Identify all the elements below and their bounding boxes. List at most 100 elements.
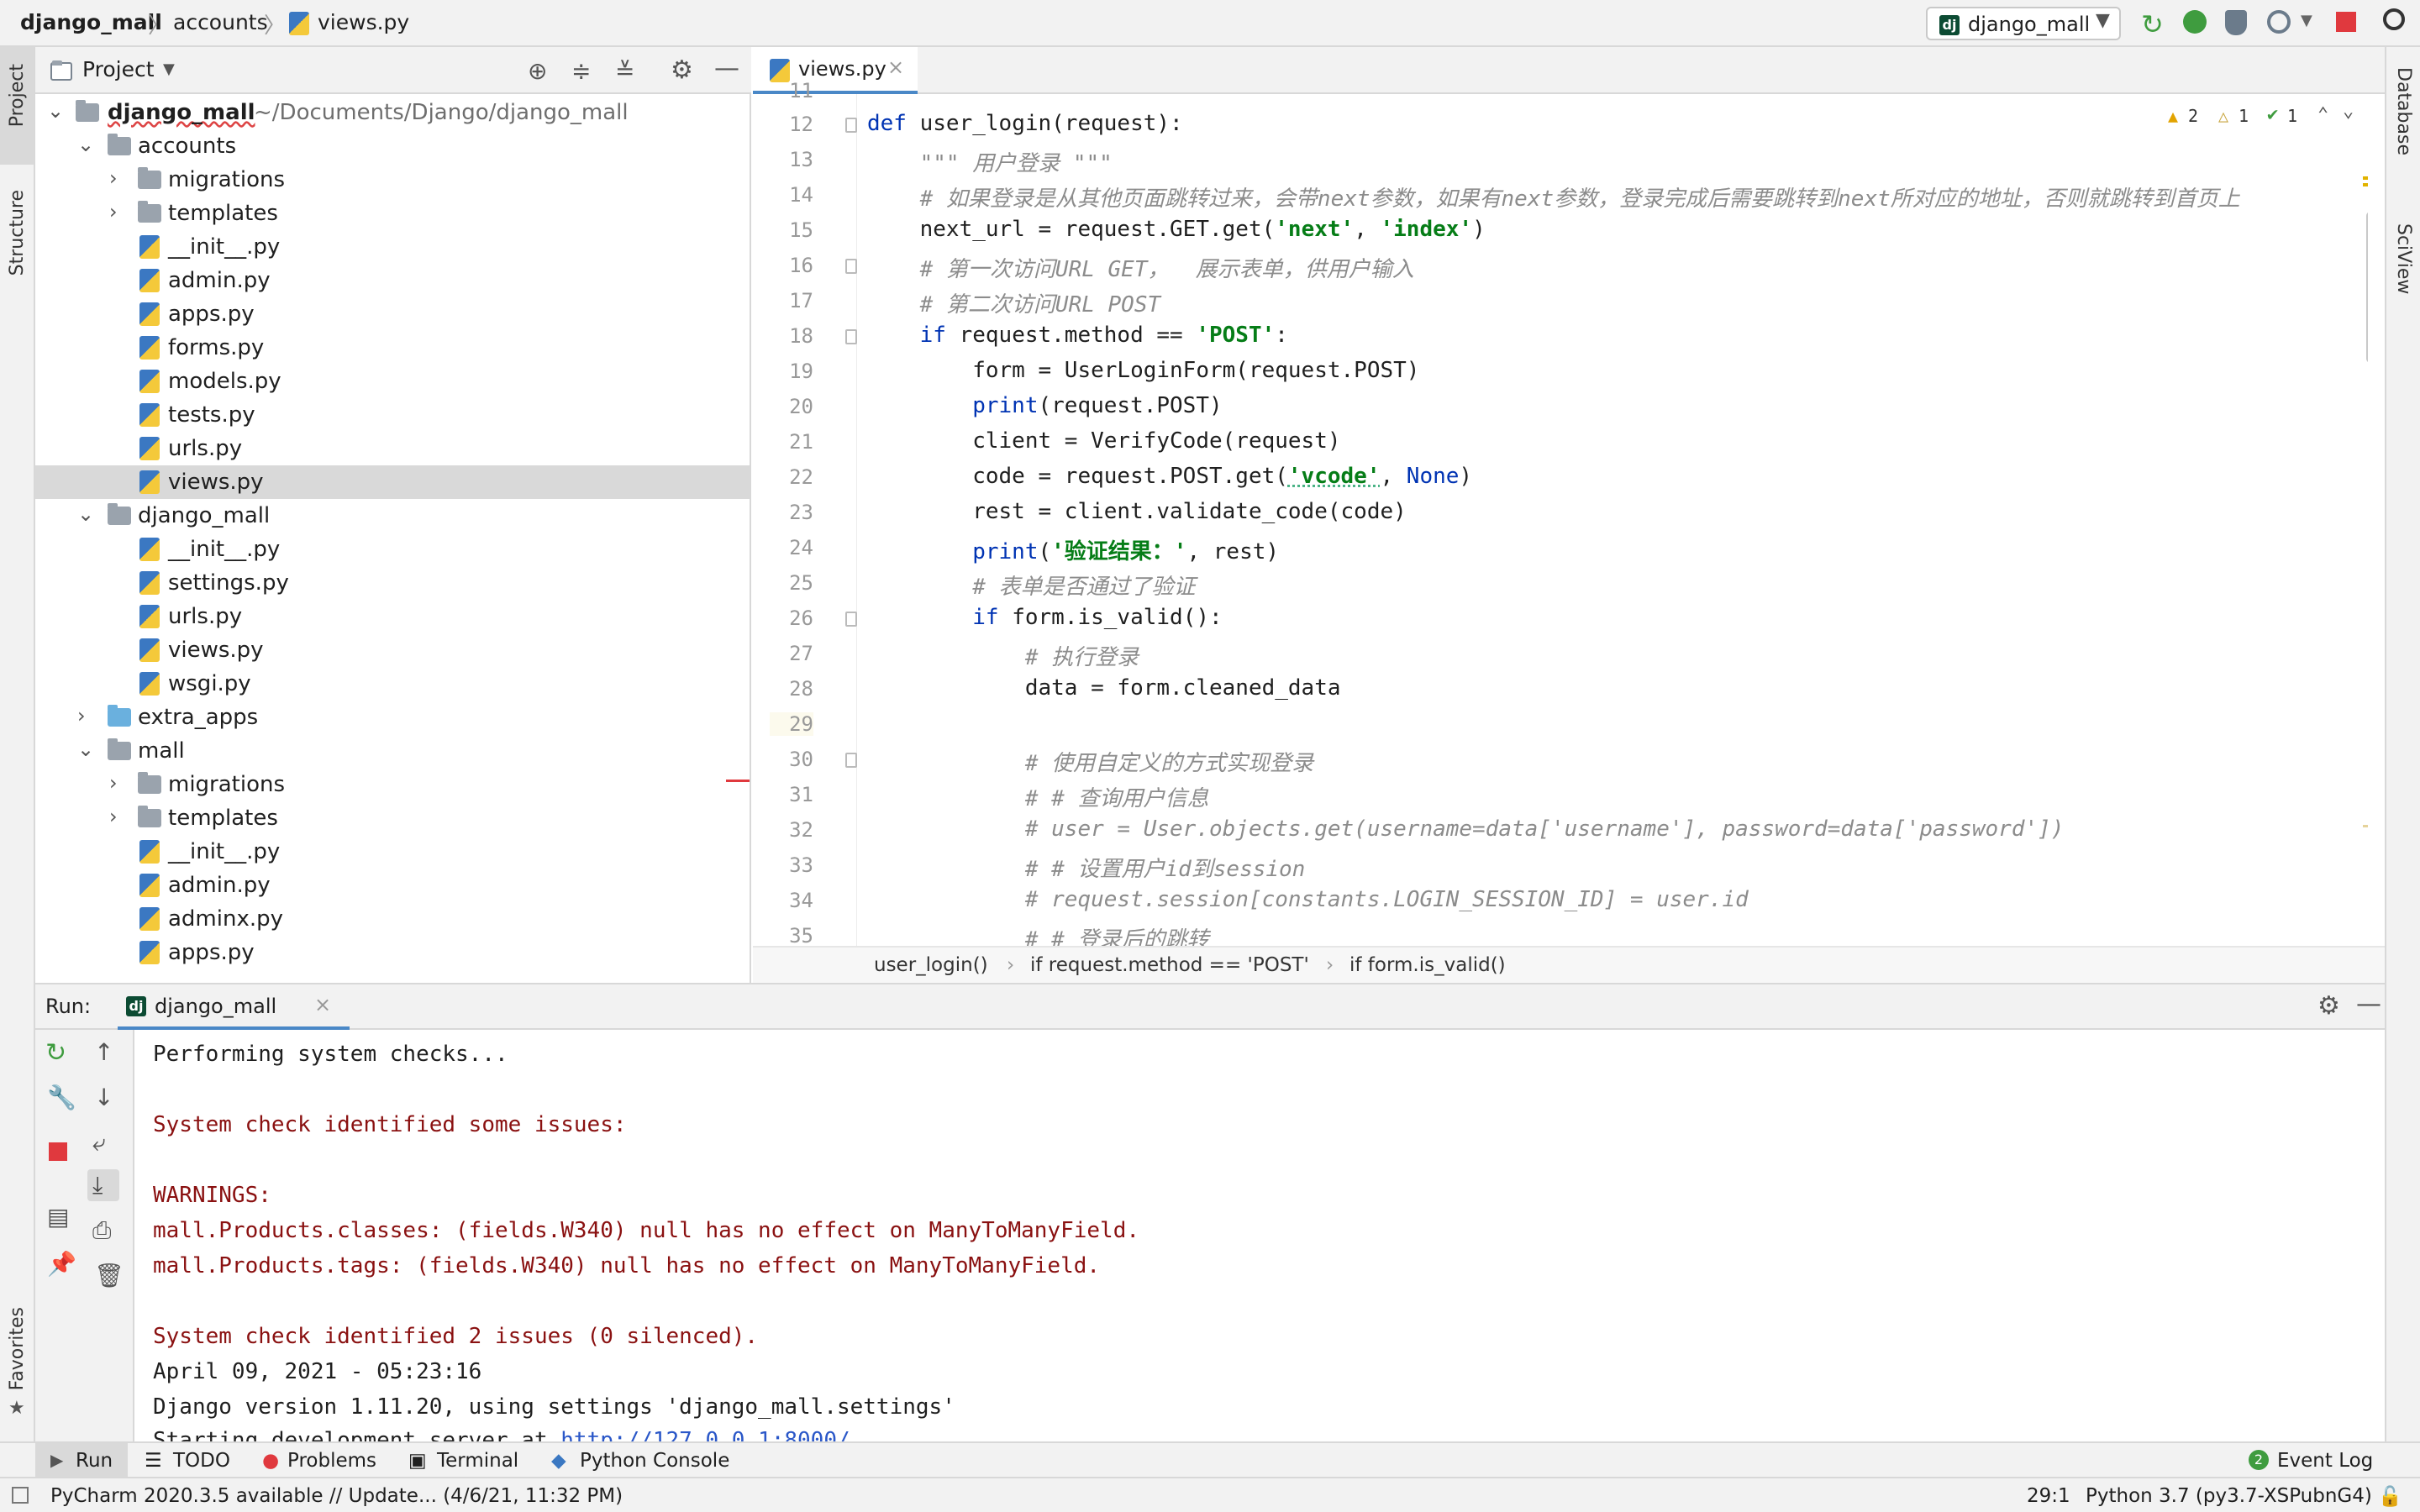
- hide-icon[interactable]: —: [714, 54, 739, 83]
- tree-root[interactable]: ⌄ django_mall ~/Documents/Django/django_…: [35, 96, 750, 129]
- run-tab[interactable]: dj django_mall ×: [118, 984, 350, 1030]
- arrow-down-icon[interactable]: ↓: [94, 1084, 113, 1111]
- breadcrumb-function[interactable]: user_login(): [874, 954, 988, 976]
- locate-icon[interactable]: ⊕: [528, 57, 547, 85]
- tree-file-selected[interactable]: views.py: [35, 465, 750, 499]
- chevron-down-icon[interactable]: ⌄: [2343, 101, 2354, 122]
- python-file-icon: [139, 538, 160, 561]
- inspection-widget[interactable]: ▲ 2 △ 1 ✔ 1 ⌃ ⌄: [2168, 101, 2361, 129]
- debug-icon[interactable]: [2183, 10, 2207, 34]
- structure-tool-tab[interactable]: Structure: [7, 190, 28, 276]
- terminal-toolwindow-button[interactable]: Terminal: [437, 1450, 518, 1472]
- tree-folder[interactable]: › migrations: [35, 768, 750, 801]
- rerun-icon[interactable]: ↻: [45, 1038, 66, 1068]
- layout-icon[interactable]: ▤: [47, 1203, 69, 1231]
- tree-folder[interactable]: ⌄ mall: [35, 734, 750, 768]
- hide-icon[interactable]: —: [2356, 990, 2381, 1019]
- close-icon[interactable]: ×: [887, 55, 904, 79]
- stop-icon[interactable]: [49, 1142, 67, 1161]
- fold-icon[interactable]: [845, 118, 857, 133]
- navigation-bar: django_mall 〉 accounts 〉 views.py dj dja…: [0, 0, 2420, 47]
- warning-marker[interactable]: [2363, 176, 2368, 180]
- scroll-to-end-icon[interactable]: ⤓: [92, 1171, 103, 1200]
- todo-toolwindow-button[interactable]: TODO: [173, 1450, 230, 1472]
- run-toolwindow-button[interactable]: Run: [76, 1450, 113, 1472]
- editor-scrollbar[interactable]: [2366, 212, 2368, 363]
- expand-all-icon[interactable]: ≑: [571, 57, 591, 85]
- code-line: print(request.POST): [867, 393, 1223, 418]
- status-message[interactable]: PyCharm 2020.3.5 available // Update... …: [50, 1485, 623, 1507]
- tree-file[interactable]: admin.py: [35, 869, 750, 902]
- pin-icon[interactable]: 📌: [47, 1250, 76, 1278]
- rerun-icon[interactable]: ↻: [2141, 8, 2164, 40]
- python-console-toolwindow-button[interactable]: Python Console: [580, 1450, 729, 1472]
- warning-marker[interactable]: [2363, 825, 2368, 827]
- nav-project[interactable]: django_mall: [20, 10, 162, 34]
- search-icon[interactable]: [2383, 8, 2405, 30]
- tree-folder[interactable]: › extra_apps: [35, 701, 750, 734]
- tree-file[interactable]: __init__.py: [35, 533, 750, 566]
- trash-icon[interactable]: 🗑: [94, 1262, 124, 1289]
- tree-folder[interactable]: › templates: [35, 197, 750, 230]
- coverage-icon[interactable]: [2225, 10, 2247, 35]
- soft-wrap-icon[interactable]: ⤶: [92, 1129, 106, 1158]
- tree-file[interactable]: admin.py: [35, 264, 750, 297]
- profile-icon[interactable]: [2267, 10, 2291, 34]
- arrow-up-icon[interactable]: ↑: [94, 1038, 113, 1066]
- server-link[interactable]: http://127.0.0.1:8000/: [560, 1428, 850, 1441]
- print-icon[interactable]: ⎙: [92, 1216, 111, 1245]
- tree-file[interactable]: adminx.py: [35, 902, 750, 936]
- fold-icon[interactable]: [845, 329, 857, 344]
- tree-file[interactable]: apps.py: [35, 936, 750, 969]
- event-log-toolwindow-button[interactable]: Event Log: [2277, 1450, 2373, 1472]
- chevron-up-icon[interactable]: ⌃: [2317, 104, 2328, 125]
- code-line: if request.method == 'POST':: [867, 323, 1288, 348]
- project-tool-tab[interactable]: Project: [7, 64, 28, 127]
- breadcrumb-if-valid[interactable]: if form.is_valid(): [1349, 954, 1506, 976]
- fold-icon[interactable]: [845, 753, 857, 768]
- tree-folder[interactable]: ⌄ accounts: [35, 129, 750, 163]
- chevron-down-icon[interactable]: ▼: [163, 60, 175, 78]
- tree-folder[interactable]: › templates: [35, 801, 750, 835]
- fold-icon[interactable]: [845, 612, 857, 627]
- tree-file[interactable]: settings.py: [35, 566, 750, 600]
- tree-folder[interactable]: ⌄ django_mall: [35, 499, 750, 533]
- tree-file[interactable]: tests.py: [35, 398, 750, 432]
- tree-file[interactable]: apps.py: [35, 297, 750, 331]
- project-panel-title[interactable]: Project: [82, 57, 155, 81]
- favorites-tool-tab[interactable]: Favorites: [7, 1307, 28, 1390]
- wrench-icon[interactable]: 🔧: [47, 1084, 76, 1111]
- lock-icon[interactable]: 🔓: [2378, 1485, 2402, 1508]
- gear-icon[interactable]: ⚙: [671, 55, 693, 85]
- tree-file[interactable]: urls.py: [35, 600, 750, 633]
- tree-file[interactable]: __init__.py: [35, 835, 750, 869]
- nav-file[interactable]: views.py: [318, 10, 409, 34]
- sciview-tool-tab[interactable]: SciView: [2393, 223, 2414, 294]
- run-console[interactable]: Performing system checks... System check…: [134, 1030, 2385, 1441]
- tree-file[interactable]: urls.py: [35, 432, 750, 465]
- folder-icon: [108, 134, 131, 155]
- tree-file[interactable]: forms.py: [35, 331, 750, 365]
- run-configuration-select[interactable]: dj django_mall ▼: [1926, 7, 2121, 40]
- code-editor[interactable]: def user_login(request): """ 用户登录 """ # …: [857, 94, 2368, 946]
- fold-icon[interactable]: [845, 259, 857, 274]
- database-tool-tab[interactable]: Database: [2393, 67, 2414, 155]
- problems-toolwindow-button[interactable]: Problems: [287, 1450, 376, 1472]
- tree-file[interactable]: views.py: [35, 633, 750, 667]
- chevron-down-icon[interactable]: ▼: [2301, 12, 2312, 29]
- close-icon[interactable]: ×: [314, 993, 331, 1016]
- collapse-all-icon[interactable]: ≚: [615, 57, 634, 85]
- caret-position[interactable]: 29:1: [2027, 1485, 2070, 1507]
- toolwindow-toggle-icon[interactable]: [12, 1487, 29, 1504]
- python-interpreter[interactable]: Python 3.7 (py3.7-XSPubnG4): [2086, 1485, 2372, 1507]
- warning-marker[interactable]: [2363, 183, 2368, 186]
- tree-folder[interactable]: › migrations: [35, 163, 750, 197]
- tree-file[interactable]: __init__.py: [35, 230, 750, 264]
- stop-icon[interactable]: [2336, 12, 2356, 32]
- nav-folder[interactable]: accounts: [173, 10, 268, 34]
- gear-icon[interactable]: ⚙: [2317, 991, 2340, 1021]
- tree-file[interactable]: models.py: [35, 365, 750, 398]
- tree-file[interactable]: wsgi.py: [35, 667, 750, 701]
- breadcrumb-if-method[interactable]: if request.method == 'POST': [1030, 954, 1309, 976]
- chevron-down-icon[interactable]: ⌄: [47, 99, 64, 123]
